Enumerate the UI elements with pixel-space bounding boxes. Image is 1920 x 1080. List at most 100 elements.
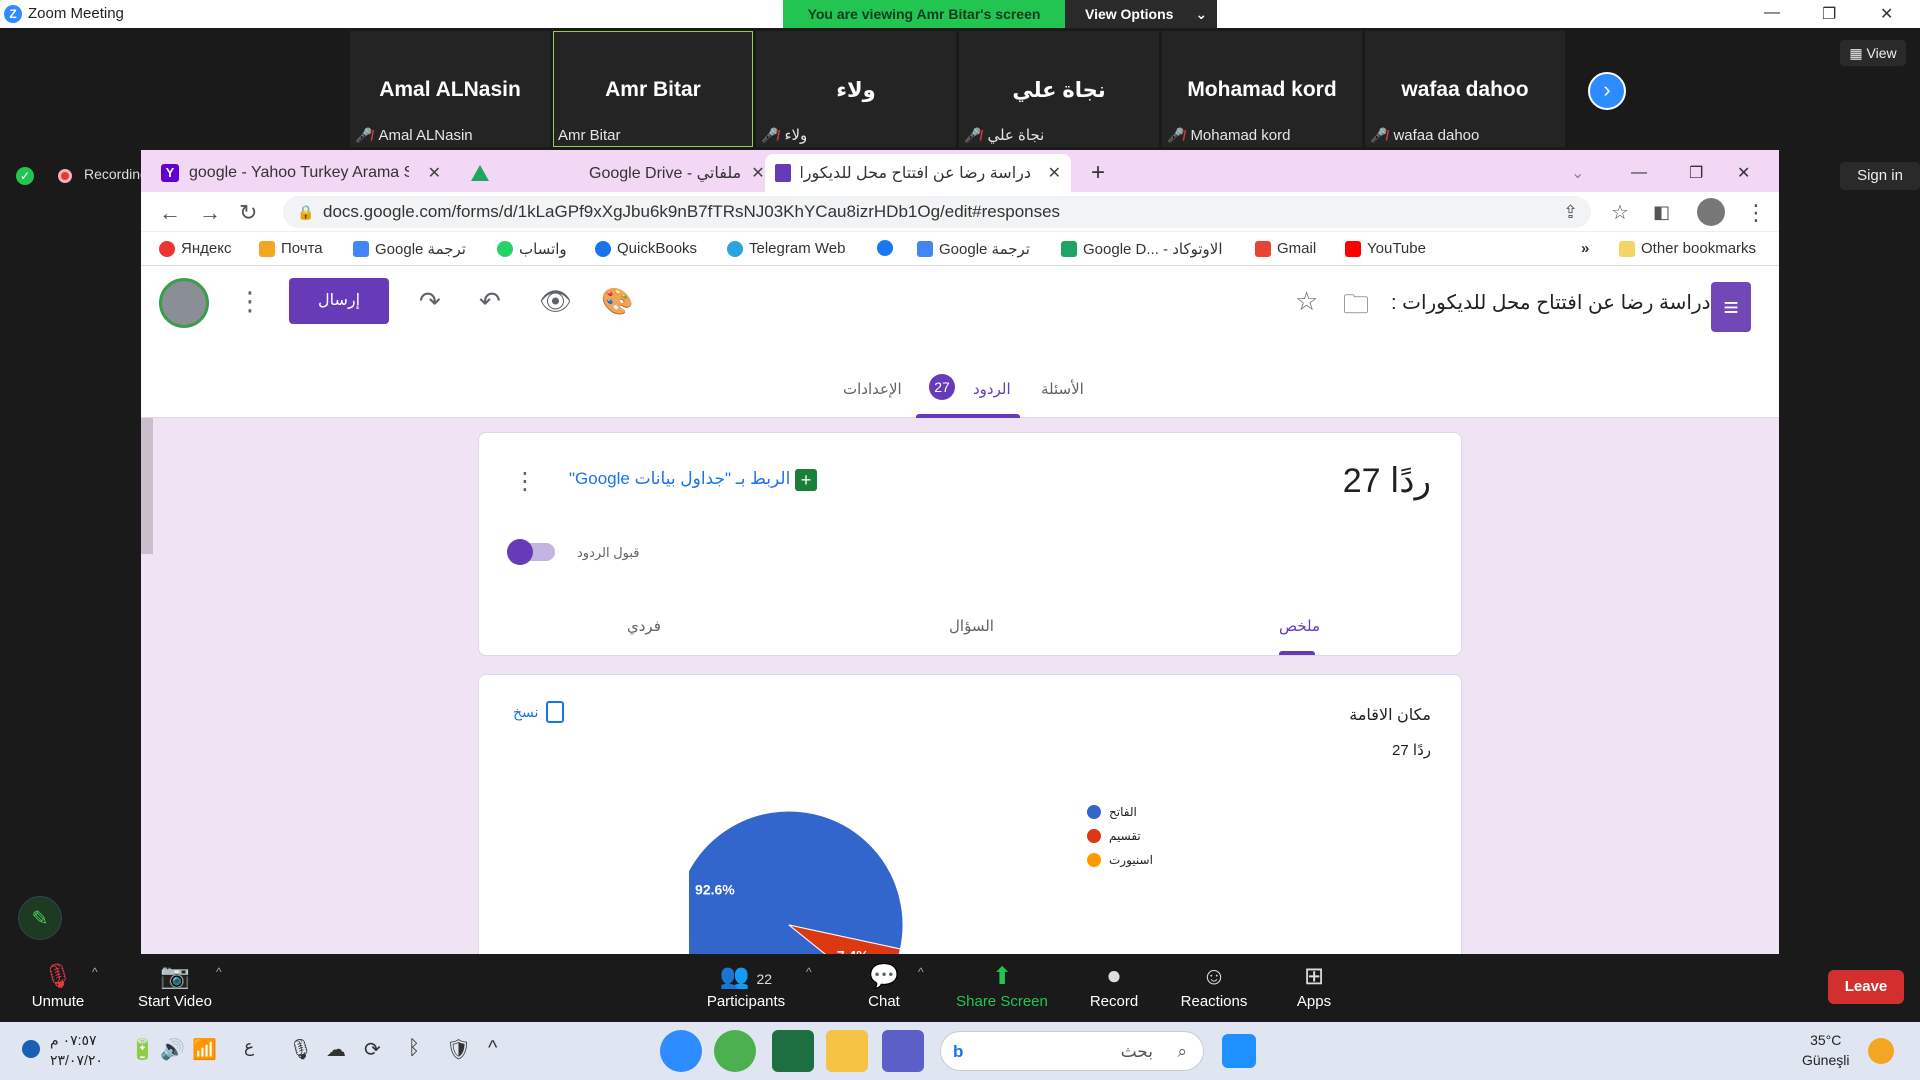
avatar[interactable] (159, 278, 209, 328)
share-icon[interactable]: ⇪ (1563, 202, 1578, 223)
palette-icon[interactable]: 🎨 (601, 286, 633, 317)
menu-kebab-icon[interactable]: ⋮ (1745, 200, 1767, 226)
onedrive-icon[interactable]: ☁ (326, 1037, 346, 1062)
excel-app-icon[interactable] (772, 1030, 814, 1072)
clock[interactable]: ٠٧:٥٧ م ٢٣/٠٧/٢٠ (50, 1030, 103, 1070)
browser-tab-active[interactable]: دراسة رضا عن افتتاح محل للديكورات ✕ (765, 154, 1071, 192)
browser-restore-icon[interactable]: ❐ (1679, 154, 1713, 192)
bookmark-item[interactable]: Яндекс (159, 240, 231, 257)
chevron-up-icon[interactable]: ^ (92, 965, 98, 979)
chrome-app-icon[interactable] (714, 1030, 756, 1072)
close-tab-icon[interactable]: ✕ (1048, 163, 1061, 183)
security-shield-icon[interactable]: ✓ (16, 167, 34, 185)
chevron-up-icon[interactable]: ^ (488, 1037, 497, 1060)
file-explorer-icon[interactable] (826, 1030, 868, 1072)
browser-tab[interactable]: Y google - Yahoo Turkey Arama Sc ✕ (151, 154, 451, 192)
more-options-icon[interactable]: ⋮ (513, 467, 537, 496)
bluetooth-icon[interactable]: ᛒ (408, 1037, 420, 1060)
start-video-button[interactable]: 📷 Start Video ^ (130, 961, 222, 1010)
copy-chart-button[interactable]: نسخ (513, 701, 565, 723)
bookmark-item[interactable] (877, 240, 893, 256)
volume-icon[interactable]: 🔊 (160, 1037, 185, 1062)
zoom-app-icon[interactable] (660, 1030, 702, 1072)
chat-button[interactable]: 💬 Chat ^ (864, 961, 923, 1010)
bookmark-item[interactable]: Почта (259, 240, 323, 257)
windows-start-icon[interactable] (1222, 1034, 1256, 1068)
bookmark-item[interactable]: واتساب (497, 240, 567, 258)
minimize-icon[interactable]: — (1764, 4, 1780, 22)
sync-icon[interactable]: ⟳ (364, 1037, 381, 1062)
link-to-sheets[interactable]: الربط بـ "جداول بيانات Google" (569, 469, 790, 489)
close-tab-icon[interactable]: ✕ (428, 163, 441, 183)
share-screen-button[interactable]: ⬆ Share Screen (956, 961, 1048, 1010)
bookmark-item[interactable]: Gmail (1255, 240, 1316, 257)
send-button[interactable]: إرسال (289, 278, 389, 324)
unmute-button[interactable]: 🎙 Unmute ^ (22, 961, 98, 1010)
chevron-up-icon[interactable]: ^ (918, 965, 924, 979)
microphone-icon[interactable]: 🎙 (288, 1037, 313, 1062)
participant-tile[interactable]: نجاة علي 🎤̸ نجاة علي (959, 31, 1159, 147)
status-dot-icon[interactable] (22, 1040, 40, 1058)
folder-icon[interactable]: 🗀 (1343, 286, 1369, 330)
bookmark-item[interactable]: Google D... - الاوتوكاد (1061, 240, 1222, 258)
tab-search-icon[interactable]: ⌄ (1561, 154, 1594, 192)
url-input[interactable]: 🔒 docs.google.com/forms/d/1kLaGPf9xXgJbu6… (283, 196, 1591, 228)
reload-icon[interactable]: ↻ (239, 200, 257, 226)
back-icon[interactable]: ← (159, 200, 181, 226)
preview-eye-icon[interactable]: 👁 (539, 286, 572, 317)
profile-avatar[interactable] (1697, 198, 1725, 226)
record-button[interactable]: ⏺ Record (1088, 961, 1140, 1010)
accept-responses-toggle[interactable] (507, 539, 555, 565)
close-icon[interactable]: ✕ (1880, 4, 1893, 24)
view-options-button[interactable]: View Options ⌄ (1065, 0, 1217, 28)
undo-icon[interactable]: ↶ (479, 286, 501, 317)
more-bookmarks-icon[interactable]: » (1581, 240, 1589, 257)
tab-responses[interactable]: الردود (973, 380, 1011, 398)
bookmark-item[interactable]: Google ترجمة (353, 240, 466, 258)
language-indicator[interactable]: ع (244, 1037, 254, 1057)
browser-minimize-icon[interactable]: — (1621, 154, 1657, 192)
tab-individual[interactable]: فردي (627, 617, 661, 635)
bookmark-item[interactable]: QuickBooks (595, 240, 697, 257)
form-title[interactable]: دراسة رضا عن افتتاح محل للديكورات : (1391, 290, 1711, 315)
annotate-pencil-icon[interactable]: ✎ (18, 896, 62, 940)
browser-close-icon[interactable]: ✕ (1727, 154, 1760, 192)
other-bookmarks[interactable]: Other bookmarks (1619, 240, 1756, 257)
tab-settings[interactable]: الإعدادات (843, 380, 902, 398)
weather-widget[interactable]: 35°C Güneşli (1802, 1030, 1849, 1070)
reactions-button[interactable]: ☺ Reactions (1178, 961, 1250, 1010)
participant-tile[interactable]: Mohamad kord 🎤̸ Mohamad kord (1162, 31, 1362, 147)
leave-button[interactable]: Leave (1828, 970, 1904, 1004)
apps-button[interactable]: ⊞ Apps (1294, 961, 1334, 1010)
participant-tile[interactable]: ولاء 🎤̸ ولاء (756, 31, 956, 147)
star-icon[interactable]: ☆ (1295, 286, 1318, 317)
sheets-icon[interactable]: + (795, 469, 817, 491)
forward-icon[interactable]: → (199, 200, 221, 226)
close-tab-icon[interactable]: ✕ (751, 163, 764, 183)
sign-in-button[interactable]: Sign in (1840, 162, 1920, 190)
bookmark-item[interactable]: Telegram Web (727, 240, 845, 257)
bookmark-item[interactable]: YouTube (1345, 240, 1426, 257)
participants-button[interactable]: 👥 22 Participants ^ (700, 961, 812, 1010)
redo-icon[interactable]: ↷ (419, 286, 441, 317)
wifi-icon[interactable]: 📶 (192, 1037, 217, 1062)
bookmark-item[interactable]: Google ترجمة (917, 240, 1030, 258)
chevron-up-icon[interactable]: ^ (216, 965, 222, 979)
security-icon[interactable]: 🛡 (446, 1037, 471, 1062)
teams-app-icon[interactable] (882, 1030, 924, 1072)
view-button[interactable]: ▦ View (1840, 40, 1906, 66)
tab-question[interactable]: السؤال (949, 617, 994, 635)
star-icon[interactable]: ☆ (1611, 200, 1629, 225)
tab-questions[interactable]: الأسئلة (1041, 380, 1084, 398)
scrollbar[interactable] (141, 418, 153, 554)
restore-icon[interactable]: ❐ (1822, 4, 1836, 24)
next-participants-icon[interactable]: › (1588, 72, 1626, 110)
participant-tile[interactable]: wafaa dahoo 🎤̸ wafaa dahoo (1365, 31, 1565, 147)
google-forms-icon[interactable] (1711, 282, 1751, 332)
participant-tile[interactable]: Amal ALNasin 🎤̸ Amal ALNasin (350, 31, 550, 147)
new-tab-icon[interactable]: + (1081, 154, 1115, 192)
more-options-icon[interactable]: ⋮ (237, 286, 263, 317)
browser-tab[interactable]: Google Drive - ملفاتي ✕ (461, 154, 765, 192)
battery-icon[interactable]: 🔋 (130, 1037, 155, 1062)
side-panel-icon[interactable]: ◧ (1653, 202, 1670, 223)
